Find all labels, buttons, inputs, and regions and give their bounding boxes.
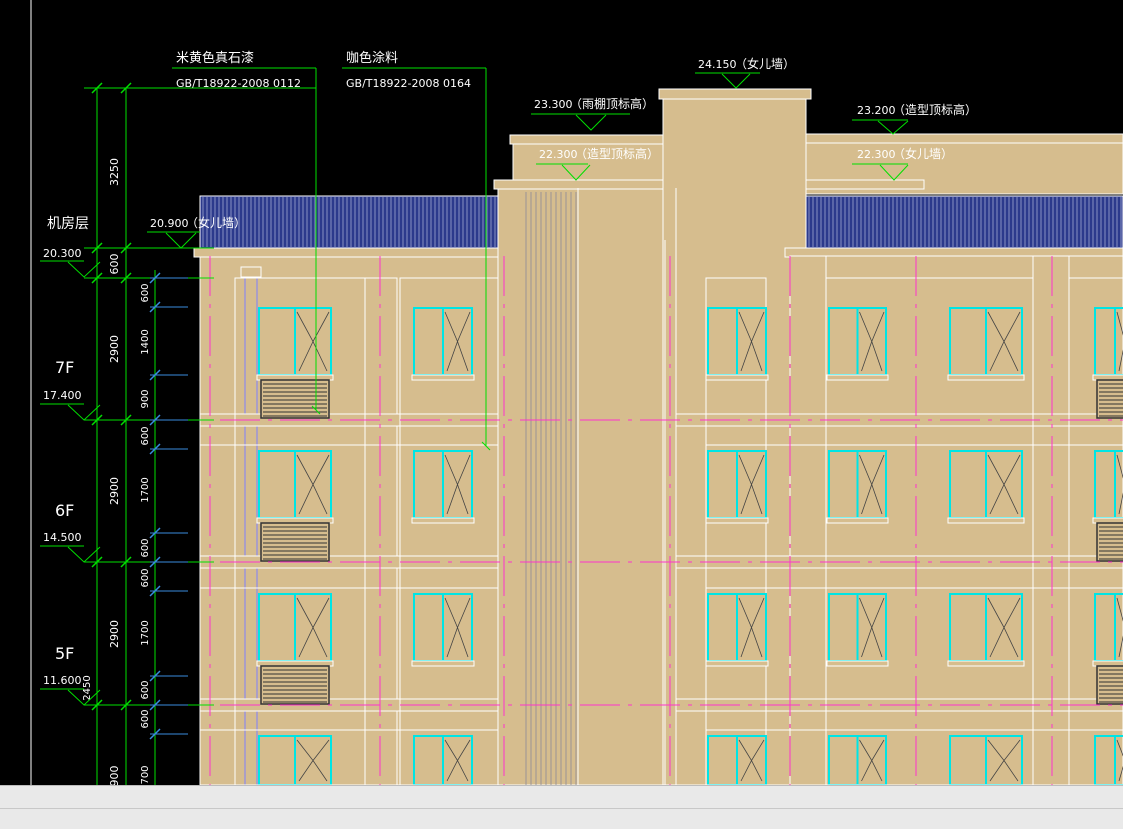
elev-23300-value: 23.300 <box>534 98 573 111</box>
floor-label-5f: 5F <box>55 644 74 663</box>
material-1-name: 米黄色真石漆 <box>176 50 254 66</box>
floor-label-roof: 机房层 <box>47 216 89 232</box>
inner-dim-3: 600 <box>140 426 151 445</box>
window-sill <box>947 517 1025 524</box>
right-cornice <box>805 179 925 190</box>
window-sill <box>411 374 475 381</box>
inner-dim-4: 1700 <box>140 477 151 502</box>
floor-elev-roof: 20.300 <box>43 247 82 260</box>
elev-20900-desc: （女儿墙） <box>186 215 246 230</box>
elev-marker-7f <box>67 404 101 421</box>
window-sill <box>826 517 889 524</box>
elev-24150-desc: （女儿墙） <box>735 56 795 71</box>
status-bar-separator <box>0 808 1123 809</box>
floor-elev-7f: 17.400 <box>43 389 82 402</box>
left-parapet-cap <box>193 247 500 258</box>
elev-23200-desc: （造型顶标高） <box>893 102 977 117</box>
material-2-code: GB/T18922-2008 0164 <box>346 77 471 90</box>
building-facade <box>193 88 1123 785</box>
inner-dim-7: 1700 <box>140 620 151 645</box>
elev-23300-desc: （雨棚顶标高） <box>570 96 654 111</box>
outer-dim-5: 900 <box>108 766 121 786</box>
elev-20900-value: 20.900 <box>150 217 189 230</box>
material-1-code: GB/T18922-2008 0112 <box>176 77 301 90</box>
elev-marker-6f <box>67 546 101 563</box>
drawing-viewport[interactable]: 3250 600 2900 2900 2900 900 600 1400 900… <box>0 0 1123 785</box>
window-sill <box>947 660 1025 667</box>
inner-dim-9: 600 <box>140 709 151 728</box>
elev-marker-roof <box>67 261 101 278</box>
window-sill <box>947 374 1025 381</box>
outer-dim-4: 2900 <box>108 620 121 648</box>
window-sill <box>826 374 889 381</box>
stair-core <box>662 97 807 785</box>
floor-labels: 机房层 20.300 7F 17.400 6F 14.500 5F 11.600 <box>40 216 101 706</box>
window-sill <box>826 660 889 667</box>
inner-dim-6: 600 <box>140 568 151 587</box>
elev-22300-a-value: 22.300 <box>539 148 578 161</box>
window-sill <box>705 660 769 667</box>
outer-dim-1: 600 <box>108 254 121 275</box>
status-bar <box>0 785 1123 829</box>
canopy-slab <box>509 134 671 145</box>
outer-dim-0: 3250 <box>108 158 121 186</box>
elev-22300-b-value: 22.300 <box>857 148 896 161</box>
right-railing <box>805 195 1123 249</box>
window-sill <box>705 517 769 524</box>
window-sill <box>705 374 769 381</box>
central-tower-cornice <box>493 179 680 190</box>
window-sill <box>411 517 475 524</box>
inner-dim-5: 600 <box>140 538 151 557</box>
right-wing-roof-slab <box>805 133 1123 144</box>
floor-label-6f: 6F <box>55 501 74 520</box>
elev-22300-b-desc: （女儿墙） <box>893 146 953 161</box>
inner-dim-0: 600 <box>140 283 151 302</box>
window-sill <box>411 660 475 667</box>
stair-core-cap <box>658 88 812 100</box>
elev-22300-a-desc: （造型顶标高） <box>575 146 659 161</box>
outer-dim-3: 2900 <box>108 477 121 505</box>
small-dimension: 2450 <box>82 675 93 700</box>
elevation-drawing[interactable]: 3250 600 2900 2900 2900 900 600 1400 900… <box>0 0 1123 785</box>
elev-23200-value: 23.200 <box>857 104 896 117</box>
outer-dim-2: 2900 <box>108 335 121 363</box>
inner-dim-2: 900 <box>140 389 151 408</box>
material-2-name: 咖色涂料 <box>346 50 398 66</box>
inner-dim-10: 700 <box>140 765 151 784</box>
floor-label-7f: 7F <box>55 358 74 377</box>
elev-24150-value: 24.150 <box>698 58 737 71</box>
floor-elev-5f: 11.600 <box>43 674 82 687</box>
central-tower-left <box>497 187 677 785</box>
inner-dim-8: 600 <box>140 680 151 699</box>
floor-elev-6f: 14.500 <box>43 531 82 544</box>
drain-pipe-head <box>240 266 262 278</box>
inner-dim-1: 1400 <box>140 329 151 354</box>
